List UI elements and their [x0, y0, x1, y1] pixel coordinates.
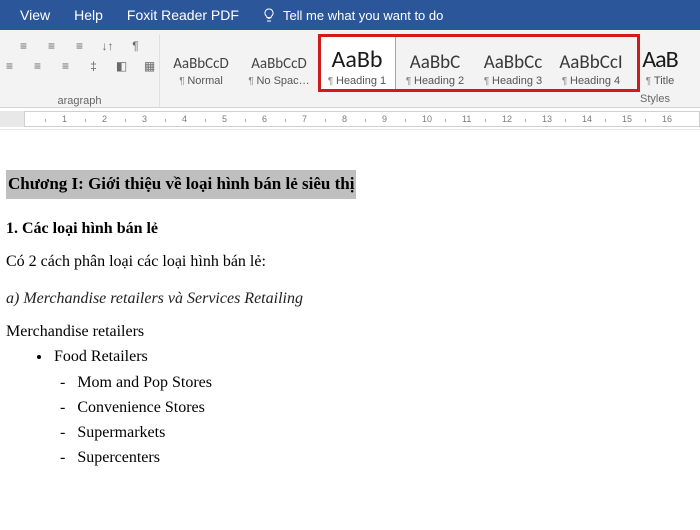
style-name-label: Heading 1	[321, 75, 393, 87]
horizontal-ruler[interactable]: 12345678910111213141516	[0, 108, 700, 130]
menu-tab-view[interactable]: View	[8, 0, 62, 30]
doc-dash-list[interactable]: Mom and Pop StoresConvenience StoresSupe…	[60, 371, 700, 470]
style-preview: AaBb	[321, 48, 393, 72]
align-center-button[interactable]: ≡	[29, 58, 47, 74]
align-left-button[interactable]: ≡	[1, 58, 19, 74]
shading-button[interactable]: ◧	[113, 58, 131, 74]
align-right-button[interactable]: ≡	[57, 58, 75, 74]
tell-me-label: Tell me what you want to do	[283, 8, 443, 23]
doc-bullet-list[interactable]: Food Retailers	[52, 345, 700, 368]
styles-group: AaBbCcD Normal AaBbCcD No Spac… AaBb Heading …	[160, 34, 700, 107]
style-preview: AaB	[633, 48, 687, 72]
list-item[interactable]: Supercenters	[60, 446, 700, 469]
ribbon: ≡ ≡ ≡ ↓↑ ¶ ≡ ≡ ≡ ‡ ◧ ▦ aragraph AaBbCcD N…	[0, 30, 700, 108]
lightbulb-icon	[261, 7, 277, 23]
ruler-number: 8	[342, 114, 347, 124]
menu-tab-foxit[interactable]: Foxit Reader PDF	[115, 0, 251, 30]
style-name-label: No Spac…	[243, 75, 315, 87]
style-normal[interactable]: AaBbCcD Normal	[162, 34, 240, 91]
doc-subheading[interactable]: a) Merchandise retailers và Services Ret…	[6, 287, 700, 310]
list-item[interactable]: Food Retailers	[52, 345, 700, 368]
style-no-spac-[interactable]: AaBbCcD No Spac…	[240, 34, 318, 91]
menu-tab-help[interactable]: Help	[62, 0, 115, 30]
ruler-number: 13	[542, 114, 552, 124]
ruler-number: 15	[622, 114, 632, 124]
doc-section-title[interactable]: 1. Các loại hình bán lẻ	[6, 217, 700, 240]
numbering-button[interactable]: ≡	[43, 38, 61, 54]
paragraph-group-label: aragraph	[57, 95, 101, 107]
style-heading-3[interactable]: AaBbCc Heading 3	[474, 34, 552, 91]
ruler-number: 5	[222, 114, 227, 124]
style-name-label: Title	[633, 75, 687, 87]
style-name-label: Heading 3	[477, 75, 549, 87]
sort-button[interactable]: ↓↑	[99, 38, 117, 54]
doc-heading-1[interactable]: Chương I: Giới thiệu về loại hình bán lẻ…	[6, 170, 356, 199]
ruler-number: 14	[582, 114, 592, 124]
ruler-number: 9	[382, 114, 387, 124]
list-item[interactable]: Convenience Stores	[60, 396, 700, 419]
style-heading-4[interactable]: AaBbCcI Heading 4	[552, 34, 630, 91]
ruler-number: 4	[182, 114, 187, 124]
ruler-number: 11	[462, 114, 471, 124]
ruler-number: 10	[422, 114, 432, 124]
ruler-margin	[0, 111, 24, 127]
styles-group-label: Styles	[640, 93, 670, 105]
ruler-number: 3	[142, 114, 147, 124]
style-preview: AaBbCc	[477, 53, 549, 72]
style-title[interactable]: AaB Title	[630, 34, 690, 91]
ruler-number: 6	[262, 114, 267, 124]
multilevel-button[interactable]: ≡	[71, 38, 89, 54]
paragraph-group: ≡ ≡ ≡ ↓↑ ¶ ≡ ≡ ≡ ‡ ◧ ▦ aragraph	[0, 34, 160, 107]
ruler-number: 2	[102, 114, 107, 124]
borders-button[interactable]: ▦	[141, 58, 159, 74]
show-marks-button[interactable]: ¶	[127, 38, 145, 54]
doc-paragraph[interactable]: Có 2 cách phân loại các loại hình bán lẻ…	[6, 250, 700, 273]
style-name-label: Normal	[165, 75, 237, 87]
tell-me-search[interactable]: Tell me what you want to do	[251, 7, 443, 23]
bullets-button[interactable]: ≡	[15, 38, 33, 54]
list-item[interactable]: Mom and Pop Stores	[60, 371, 700, 394]
style-preview: AaBbC	[399, 53, 471, 72]
ruler-number: 1	[62, 114, 67, 124]
ruler-number: 12	[502, 114, 512, 124]
style-name-label: Heading 4	[555, 75, 627, 87]
style-heading-2[interactable]: AaBbC Heading 2	[396, 34, 474, 91]
style-preview: AaBbCcD	[243, 57, 315, 72]
style-preview: AaBbCcI	[555, 53, 627, 72]
ruler-number: 7	[302, 114, 307, 124]
ruler-number: 16	[662, 114, 672, 124]
style-heading-1[interactable]: AaBb Heading 1	[318, 34, 396, 91]
menubar: View Help Foxit Reader PDF Tell me what …	[0, 0, 700, 30]
style-name-label: Heading 2	[399, 75, 471, 87]
doc-text-line[interactable]: Merchandise retailers	[6, 320, 700, 343]
document-body[interactable]: Chương I: Giới thiệu về loại hình bán lẻ…	[0, 130, 700, 469]
line-spacing-button[interactable]: ‡	[85, 58, 103, 74]
style-preview: AaBbCcD	[165, 57, 237, 72]
list-item[interactable]: Supermarkets	[60, 421, 700, 444]
ruler-scale: 12345678910111213141516	[24, 111, 700, 127]
styles-gallery: AaBbCcD Normal AaBbCcD No Spac… AaBb Heading …	[160, 34, 700, 91]
